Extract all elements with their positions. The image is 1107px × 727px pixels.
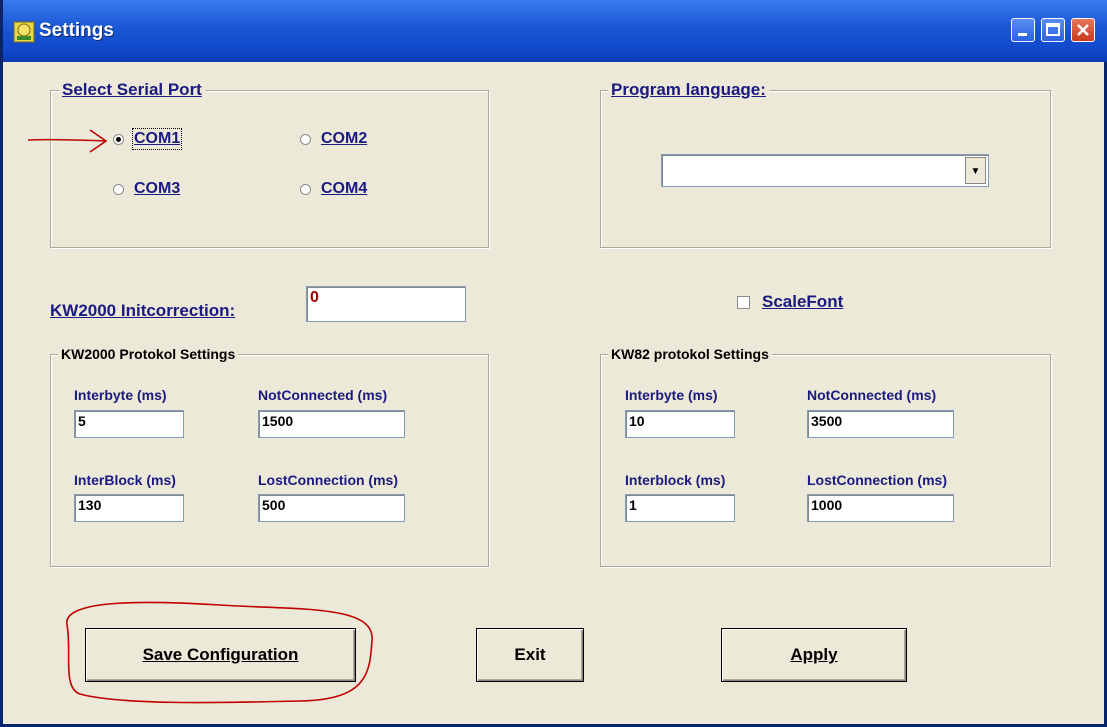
radio-com2-indicator[interactable] (300, 133, 311, 145)
window-title: Settings (39, 20, 114, 41)
kw2000-interblock-value: 130 (78, 497, 102, 513)
maximize-icon[interactable] (1041, 18, 1065, 42)
kw82-lostconnection-label: LostConnection (ms) (807, 472, 947, 488)
close-icon[interactable] (1071, 18, 1095, 42)
kw2000-initcorrection-label: KW2000 Initcorrection: (50, 301, 236, 320)
kw82-settings-title: KW82 protokol Settings (608, 346, 772, 362)
kw2000-lostconnection-input[interactable]: 500 (258, 494, 405, 522)
kw82-notconnected-input[interactable]: 3500 (807, 410, 954, 438)
radio-com4-indicator[interactable] (300, 183, 311, 195)
program-language-group-title: Program language: (608, 80, 769, 100)
kw82-notconnected-label: NotConnected (ms) (807, 387, 937, 403)
apply-label: Apply (790, 645, 838, 664)
kw82-interbyte-label: Interbyte (ms) (625, 387, 718, 403)
kw2000-lostconnection-label: LostConnection (ms) (258, 472, 398, 488)
chevron-down-icon[interactable]: ▼ (965, 157, 986, 184)
scalefont-checkbox[interactable]: ScaleFont (737, 292, 843, 312)
radio-com4[interactable]: COM4 (300, 180, 367, 198)
save-configuration-label: Save Configuration (142, 645, 299, 664)
kw82-notconnected-value: 3500 (811, 413, 843, 429)
kw82-interbyte-value: 10 (629, 413, 645, 429)
kw82-interblock-value: 1 (629, 497, 637, 513)
kw2000-interblock-label: InterBlock (ms) (74, 472, 176, 488)
kw2000-lostconnection-value: 500 (262, 497, 286, 513)
exit-label: Exit (514, 645, 546, 664)
save-configuration-button[interactable]: Save Configuration (85, 628, 356, 682)
program-language-select[interactable]: ▼ (661, 154, 989, 187)
radio-com2-label[interactable]: COM2 (321, 130, 367, 148)
kw2000-interbyte-label: Interbyte (ms) (74, 387, 167, 403)
kw82-settings-group (600, 354, 1051, 567)
minimize-icon[interactable] (1011, 18, 1035, 42)
kw2000-notconnected-value: 1500 (262, 413, 294, 429)
radio-com1-label[interactable]: COM1 (131, 128, 183, 150)
kw2000-notconnected-input[interactable]: 1500 (258, 410, 405, 438)
kw82-interblock-input[interactable]: 1 (625, 494, 735, 522)
scalefont-checkbox-box[interactable] (737, 295, 750, 309)
kw2000-initcorrection-input[interactable]: 0 (306, 286, 466, 322)
kw2000-settings-title: KW2000 Protokol Settings (58, 346, 239, 362)
apply-button[interactable]: Apply (721, 628, 907, 682)
radio-com1-indicator[interactable] (113, 133, 124, 145)
radio-com4-label[interactable]: COM4 (321, 180, 367, 198)
kw2000-notconnected-label: NotConnected (ms) (258, 387, 388, 403)
kw2000-settings-group (50, 354, 489, 567)
radio-com1[interactable]: COM1 (113, 128, 183, 150)
kw2000-initcorrection-value: 0 (310, 289, 319, 306)
serial-port-group-title: Select Serial Port (59, 80, 205, 100)
kw2000-interblock-input[interactable]: 130 (74, 494, 184, 522)
kw2000-interbyte-value: 5 (78, 413, 86, 429)
radio-com3[interactable]: COM3 (113, 180, 180, 198)
kw82-lostconnection-value: 1000 (811, 497, 843, 513)
scalefont-label[interactable]: ScaleFont (762, 292, 843, 312)
kw2000-interbyte-input[interactable]: 5 (74, 410, 184, 438)
kw82-interbyte-input[interactable]: 10 (625, 410, 735, 438)
kw82-lostconnection-input[interactable]: 1000 (807, 494, 954, 522)
app-icon (13, 21, 35, 43)
radio-com3-label[interactable]: COM3 (134, 180, 180, 198)
exit-button[interactable]: Exit (476, 628, 584, 682)
radio-com2[interactable]: COM2 (300, 130, 367, 148)
kw82-interblock-label: Interblock (ms) (625, 472, 726, 488)
serial-port-group (50, 90, 489, 248)
title-bar[interactable]: Settings (3, 0, 1107, 62)
radio-com3-indicator[interactable] (113, 183, 124, 195)
